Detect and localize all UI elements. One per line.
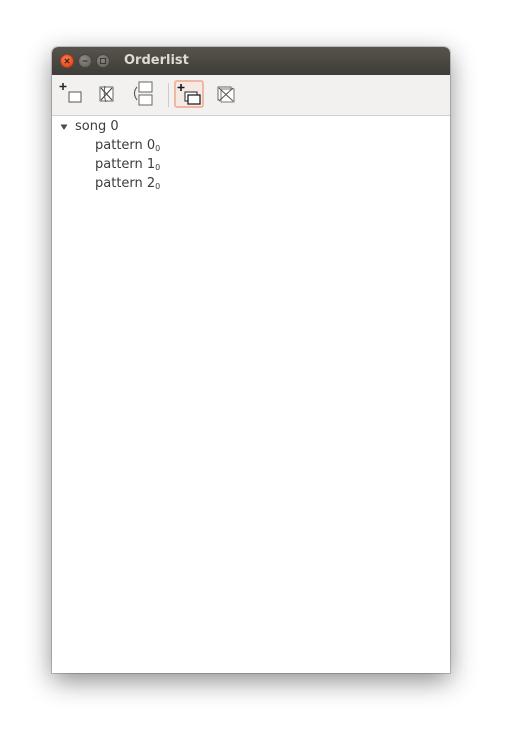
- pattern-suffix: 0: [155, 182, 161, 191]
- move-song-button[interactable]: [129, 80, 159, 108]
- tree-row-pattern[interactable]: pattern 20: [52, 175, 450, 194]
- remove-pattern-button[interactable]: [212, 80, 242, 108]
- title-bar[interactable]: Orderlist: [52, 47, 450, 75]
- orderlist-tree[interactable]: song 0 pattern 00 pattern 10 pattern 20: [52, 116, 450, 673]
- pattern-suffix: 0: [155, 144, 161, 153]
- pattern-suffix: 0: [155, 163, 161, 172]
- remove-pattern-icon: [217, 86, 235, 103]
- add-song-button[interactable]: [57, 80, 87, 108]
- song-label: song 0: [75, 119, 119, 134]
- expander-triangle-icon[interactable]: [59, 122, 69, 132]
- tree-row-pattern[interactable]: pattern 10: [52, 156, 450, 175]
- add-pattern-button[interactable]: [174, 80, 204, 108]
- toolbar-separator: [168, 83, 169, 107]
- pattern-label: pattern 1: [95, 157, 156, 172]
- remove-song-button[interactable]: [93, 80, 123, 108]
- remove-song-icon: [99, 85, 114, 103]
- orderlist-window: Orderlist song 0 pattern 00 pattern 10 p…: [52, 47, 450, 673]
- minimize-window-button[interactable]: [78, 54, 92, 68]
- pattern-label: pattern 2: [95, 176, 156, 191]
- minimize-icon: [82, 60, 88, 62]
- close-window-button[interactable]: [60, 54, 74, 68]
- add-song-icon: [59, 83, 82, 103]
- window-title: Orderlist: [124, 53, 189, 68]
- close-icon: [64, 58, 70, 64]
- pattern-label: pattern 0: [95, 138, 156, 153]
- add-pattern-icon: [177, 84, 201, 105]
- maximize-icon: [99, 57, 107, 65]
- maximize-window-button[interactable]: [96, 54, 110, 68]
- tree-row-pattern[interactable]: pattern 00: [52, 137, 450, 156]
- tree-row-song[interactable]: song 0: [52, 118, 450, 137]
- toolbar: [52, 75, 450, 116]
- move-song-icon: [133, 81, 153, 106]
